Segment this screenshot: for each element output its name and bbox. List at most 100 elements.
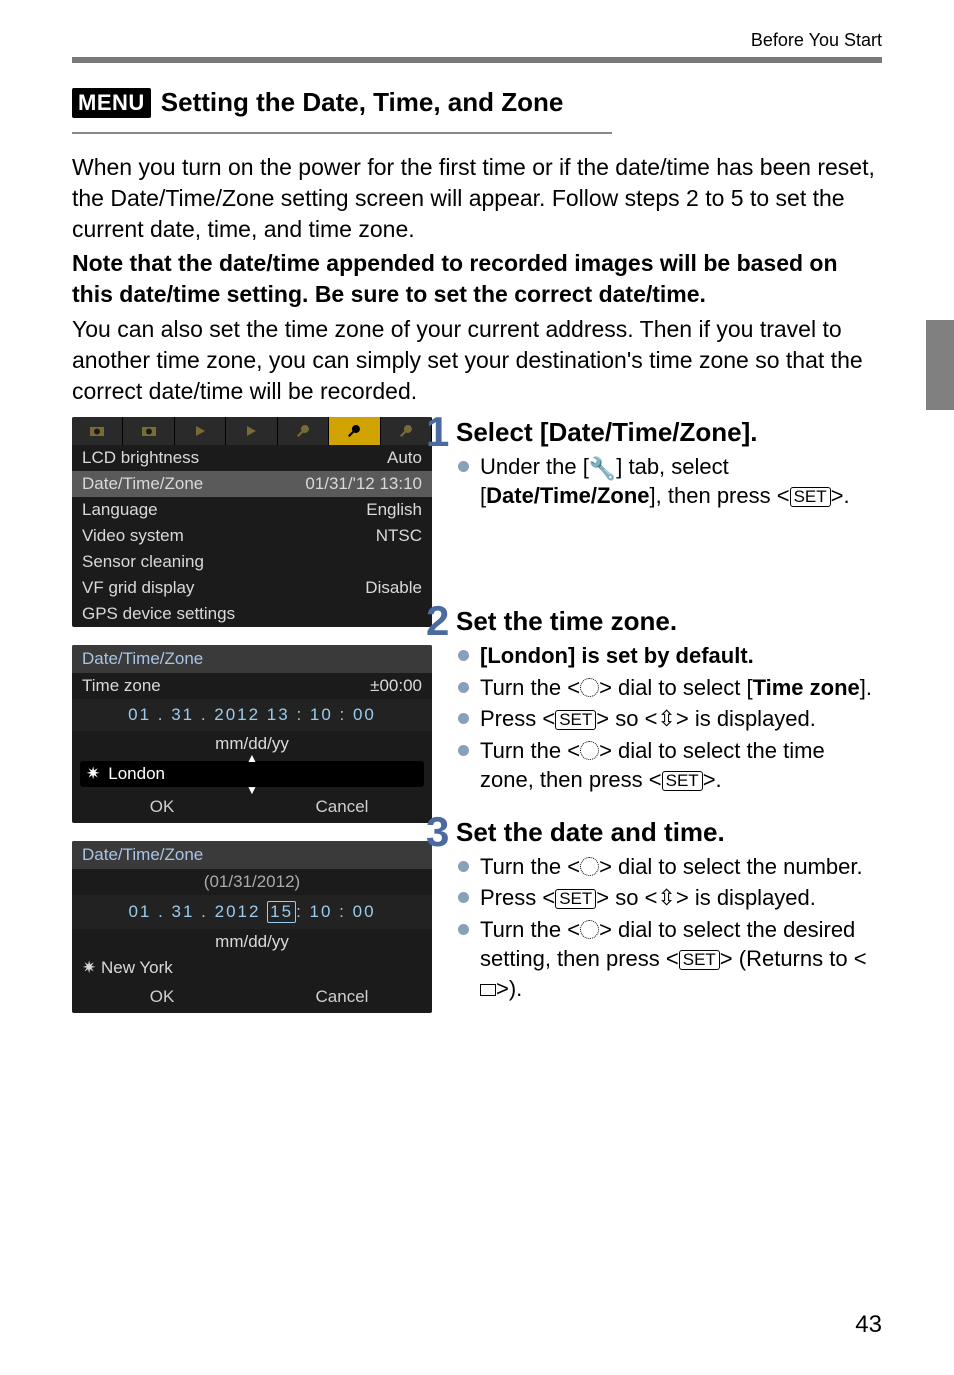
play-icon: [243, 423, 259, 439]
timezone-panel: Date/Time/Zone Time zone ±00:00 01 . 31 .…: [72, 645, 432, 823]
cancel-button[interactable]: Cancel: [252, 981, 432, 1013]
text: >.: [703, 767, 722, 792]
top-date: (01/31/2012): [72, 869, 432, 895]
text: Turn the <: [480, 854, 580, 879]
menu-row-vf[interactable]: VF grid display Disable: [72, 575, 432, 601]
timezone-selector[interactable]: ▲ ✷ London ▼: [80, 761, 424, 787]
dial-icon: [580, 920, 599, 939]
timezone-row[interactable]: Time zone ±00:00: [72, 673, 432, 699]
menu-badge-icon: MENU: [72, 88, 151, 118]
play-icon: [192, 423, 208, 439]
label: Time zone: [82, 676, 161, 696]
step-title: Set the date and time.: [456, 817, 882, 848]
menu-row-gps[interactable]: GPS device settings: [72, 601, 432, 627]
menu-row-sensor[interactable]: Sensor cleaning: [72, 549, 432, 575]
set-icon: SET: [662, 771, 703, 791]
text: ].: [860, 675, 872, 700]
label: LCD brightness: [82, 448, 199, 468]
datetime-readout: 01 . 31 . 2012 13 : 10 : 00: [72, 699, 432, 731]
city-name: New York: [101, 958, 173, 977]
text: > (Returns to <: [720, 946, 867, 971]
text: > dial to select [: [599, 675, 752, 700]
rect-icon: [480, 984, 496, 996]
text: ], then press <: [650, 483, 790, 508]
date-format-label: mm/dd/yy: [72, 929, 432, 955]
set-icon: SET: [555, 710, 596, 730]
label: VF grid display: [82, 578, 194, 598]
step-3-bullet-2: Press <SET> so <⇳> is displayed.: [456, 883, 882, 912]
tab-camera-1[interactable]: [72, 417, 123, 445]
text: > is displayed.: [676, 706, 816, 731]
cancel-button[interactable]: Cancel: [252, 791, 432, 823]
label: Sensor cleaning: [82, 552, 204, 572]
tab-setup-1[interactable]: [278, 417, 329, 445]
text: > so <: [596, 885, 657, 910]
step-3-bullet-3: Turn the <> dial to select the desired s…: [456, 915, 882, 1003]
chevron-down-icon: ▼: [246, 783, 258, 797]
dst-icon: ✷: [86, 764, 100, 784]
intro-paragraph-1: When you turn on the power for the first…: [72, 152, 882, 244]
tab-setup-2-selected[interactable]: [329, 417, 380, 445]
step-1-bullet-1: Under the [🔧] tab, select [Date/Time/Zon…: [456, 452, 882, 511]
dial-icon: [580, 741, 599, 760]
text: > is displayed.: [676, 885, 816, 910]
tab-camera-2[interactable]: [123, 417, 174, 445]
step-1: 1 Select [Date/Time/Zone]. Under the [🔧]…: [452, 417, 882, 511]
label: Date/Time/Zone: [82, 474, 203, 494]
step-2-bullet-3: Press <SET> so <⇳> is displayed.: [456, 704, 882, 733]
value: English: [366, 500, 422, 520]
tab-play-1[interactable]: [175, 417, 226, 445]
value: ±00:00: [370, 676, 422, 696]
tab-play-2[interactable]: [226, 417, 277, 445]
panel-title: Date/Time/Zone: [72, 841, 432, 869]
date-part: 01 . 31 . 2012: [128, 902, 267, 921]
value: NTSC: [376, 526, 422, 546]
menu-row-video[interactable]: Video system NTSC: [72, 523, 432, 549]
step-2-bullet-2: Turn the <> dial to select [Time zone].: [456, 673, 882, 702]
label: Video system: [82, 526, 184, 546]
value: Disable: [365, 578, 422, 598]
selected-hour-field[interactable]: 15: [267, 901, 296, 923]
city-row: ✷ New York: [72, 955, 432, 981]
menu-row-lcd[interactable]: LCD brightnessAuto: [72, 445, 432, 471]
camera-menu-panel: LCD brightnessAuto Date/Time/Zone01/31/'…: [72, 417, 432, 627]
dst-icon: ✷: [82, 958, 101, 977]
text: Under the [: [480, 454, 589, 479]
panel-title: Date/Time/Zone: [72, 645, 432, 673]
time-rest: : 10 : 00: [296, 902, 375, 921]
updown-icon: ⇳: [657, 706, 675, 731]
menu-row-language[interactable]: LanguageEnglish: [72, 497, 432, 523]
step-title: Select [Date/Time/Zone].: [456, 417, 882, 448]
step-2-bullet-4: Turn the <> dial to select the time zone…: [456, 736, 882, 795]
wrench-icon: [398, 423, 414, 439]
wrench-icon: 🔧: [589, 454, 616, 483]
section-underline: [72, 132, 612, 134]
side-thumb-tab: [926, 320, 954, 410]
target-name: Date/Time/Zone: [486, 483, 649, 508]
camera-icon: [141, 423, 157, 439]
page-header: Before You Start: [72, 30, 882, 51]
step-2-bullet-1: [London] is set by default.: [456, 641, 882, 670]
menu-row-datetime-selected[interactable]: Date/Time/Zone01/31/'12 13:10: [72, 471, 432, 497]
tab-setup-3[interactable]: [381, 417, 432, 445]
text: Press <: [480, 885, 555, 910]
section-heading: MENU Setting the Date, Time, and Zone: [72, 87, 882, 118]
menu-tab-row: [72, 417, 432, 445]
step-number: 2: [426, 600, 449, 642]
dial-icon: [580, 678, 599, 697]
datetime-panel: Date/Time/Zone (01/31/2012) 01 . 31 . 20…: [72, 841, 432, 1013]
step-3-bullet-1: Turn the <> dial to select the number.: [456, 852, 882, 881]
ok-button[interactable]: OK: [72, 981, 252, 1013]
set-icon: SET: [555, 889, 596, 909]
ok-button[interactable]: OK: [72, 791, 252, 823]
target-name: Time zone: [753, 675, 860, 700]
step-number: 1: [426, 411, 449, 453]
text: Press <: [480, 706, 555, 731]
datetime-edit-line[interactable]: 01 . 31 . 2012 15: 10 : 00: [72, 895, 432, 929]
step-number: 3: [426, 811, 449, 853]
intro-paragraph-2: Note that the date/time appended to reco…: [72, 248, 882, 310]
text: Turn the <: [480, 917, 580, 942]
step-3: 3 Set the date and time. Turn the <> dia…: [452, 817, 882, 1003]
text: >).: [496, 976, 522, 1001]
city-name: London: [108, 764, 165, 784]
